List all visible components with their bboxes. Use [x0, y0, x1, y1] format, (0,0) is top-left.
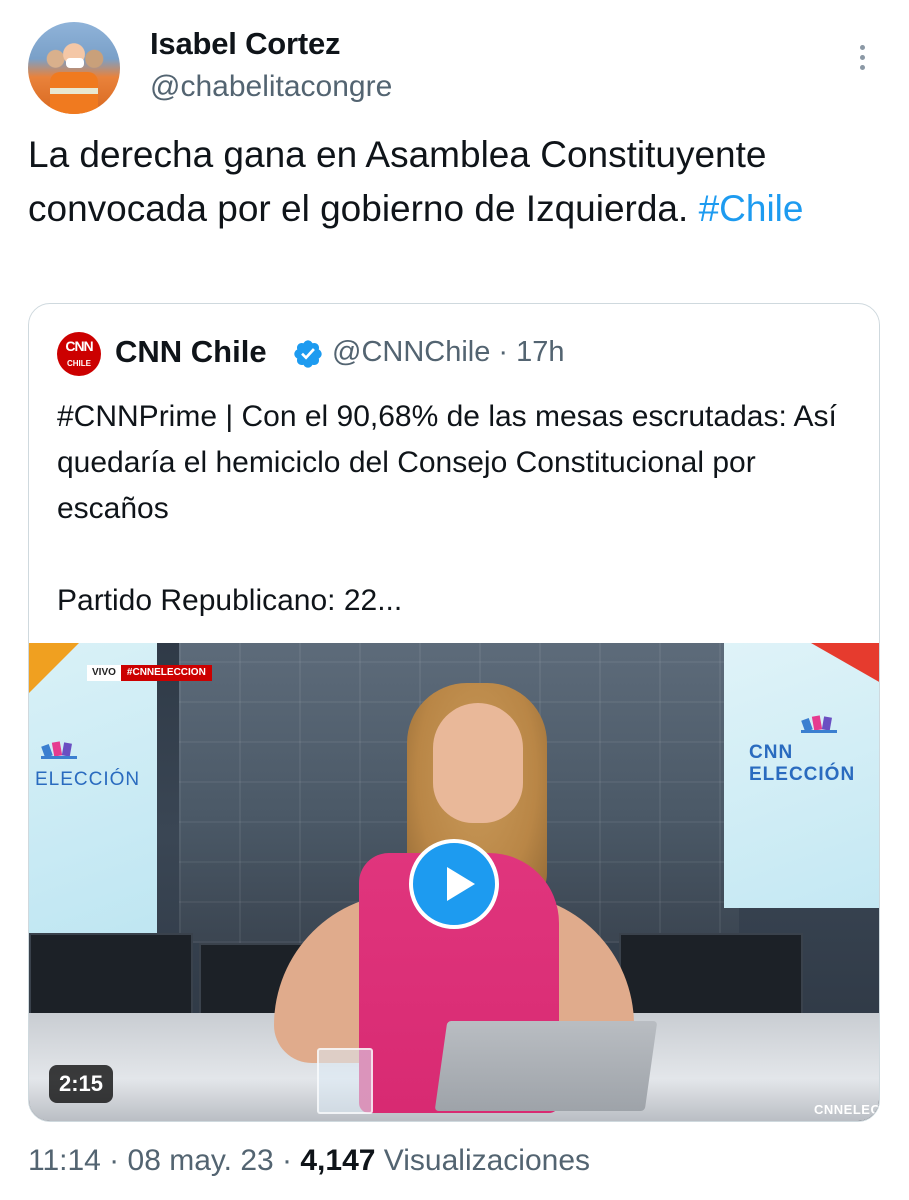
tweet-meta: 11:14 · 08 may. 23 · 4,147 Visualizacion…	[28, 1144, 590, 1178]
author-avatar[interactable]	[28, 22, 120, 114]
live-tag: #CNNELECCION	[120, 665, 212, 681]
cnn-logo-text: CNN	[65, 338, 93, 354]
tweet-text: La derecha gana en Asamblea Constituyent…	[28, 128, 898, 236]
water-glass	[317, 1048, 373, 1114]
laptop	[434, 1021, 658, 1111]
avatar-stripe	[50, 88, 98, 94]
more-icon[interactable]	[850, 42, 874, 78]
video-duration: 2:15	[49, 1065, 114, 1103]
desk-logo-text: CNNELEC	[814, 1102, 880, 1117]
cnn-chile-avatar[interactable]: CNN CHILE	[57, 332, 101, 376]
verified-icon	[294, 340, 322, 368]
tweet-timestamp[interactable]: 11:14 · 08 may. 23 ·	[28, 1144, 300, 1177]
eleccion-logo-icon	[801, 715, 837, 733]
quoted-author-name[interactable]: CNN Chile	[115, 334, 267, 370]
quoted-handle-time[interactable]: @CNNChile · 17h	[332, 336, 565, 369]
presenter-face	[433, 703, 523, 823]
live-badge: VIVO #CNNELECCION	[87, 665, 212, 681]
eleccion-logo-icon	[41, 741, 77, 759]
studio-screen-left-text: ELECCIÓN	[35, 769, 141, 790]
cnn-logo-subtext: CHILE	[67, 359, 91, 368]
video-thumbnail[interactable]: ELECCIÓN CNN ELECCIÓN CNNELEC VIVO #CNNE…	[29, 643, 880, 1121]
quoted-text: #CNNPrime | Con el 90,68% de las mesas e…	[57, 400, 837, 617]
studio-screen-right-text: CNN ELECCIÓN	[749, 742, 856, 785]
author-name[interactable]: Isabel Cortez	[150, 26, 341, 62]
quoted-tweet-card[interactable]: CNN CHILE CNN Chile @CNNChile · 17h #CNN…	[28, 303, 880, 1122]
live-label: VIVO	[87, 665, 121, 681]
views-label: Visualizaciones	[375, 1144, 591, 1177]
avatar-mask	[66, 58, 84, 68]
play-icon[interactable]	[409, 839, 499, 929]
hashtag-link[interactable]: #Chile	[699, 188, 804, 229]
tweet-body: La derecha gana en Asamblea Constituyent…	[28, 134, 767, 229]
author-handle[interactable]: @chabelitacongre	[150, 70, 392, 104]
views-count: 4,147	[300, 1144, 376, 1177]
